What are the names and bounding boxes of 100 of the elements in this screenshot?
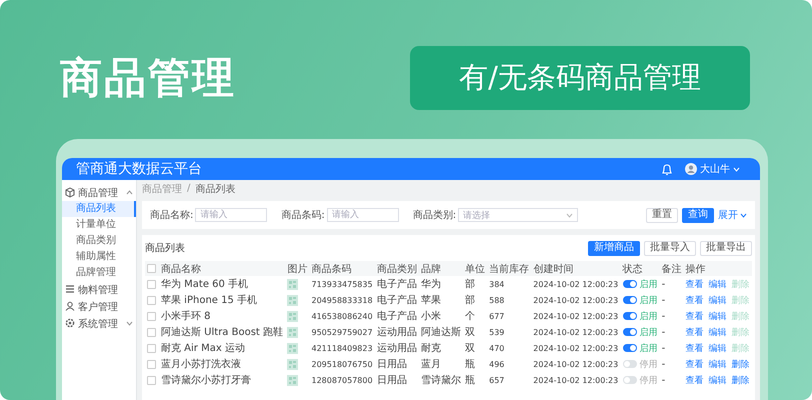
batch-button[interactable]: 批量导出 bbox=[700, 240, 752, 256]
checkbox[interactable] bbox=[147, 296, 156, 304]
table-cell-text: - bbox=[660, 342, 666, 356]
action-link[interactable]: 删除 bbox=[732, 358, 750, 370]
table-cell-text: - bbox=[660, 374, 666, 388]
user-menu[interactable]: 大山牛 bbox=[685, 162, 740, 176]
select-field[interactable]: 请选择 bbox=[458, 208, 578, 222]
action-link[interactable]: 编辑 bbox=[708, 358, 727, 370]
toggle-switch[interactable] bbox=[622, 312, 637, 320]
action-link[interactable]: 编辑 bbox=[708, 342, 727, 354]
feature-button[interactable]: 有/无条码商品管理 bbox=[410, 46, 750, 110]
table-cell-text: 运动用品 bbox=[376, 326, 418, 340]
table-cell-text: 阿迪达斯 bbox=[420, 326, 462, 340]
search-button[interactable]: 查询 bbox=[682, 208, 714, 222]
table-cell-text: 2024-10-02 12:00:23 bbox=[532, 374, 620, 386]
table-cell-text: 瓶 bbox=[464, 374, 476, 388]
toggle-switch[interactable] bbox=[622, 360, 637, 368]
column-header: 操作 bbox=[684, 261, 752, 276]
column-header: 商品名称 bbox=[159, 261, 286, 276]
action-link[interactable]: 编辑 bbox=[708, 278, 727, 290]
toggle-switch[interactable] bbox=[622, 376, 637, 384]
caret-icon bbox=[733, 166, 740, 172]
checkbox[interactable] bbox=[147, 280, 156, 288]
table-cell-text: 运动用品 bbox=[376, 342, 418, 356]
status-text: 启用 bbox=[640, 278, 658, 290]
table-cell-text: 950529759027 bbox=[310, 326, 374, 338]
field-label: 商品条码: bbox=[281, 208, 325, 222]
column-header: 备注 bbox=[660, 261, 684, 276]
page-title: 商品管理 bbox=[60, 57, 236, 99]
checkbox[interactable] bbox=[147, 264, 156, 273]
sidebar-item[interactable]: 物料管理 bbox=[62, 281, 136, 298]
action-link[interactable]: 查看 bbox=[686, 278, 704, 290]
table-cell-text: 耐克 Air Max 运动 bbox=[160, 342, 246, 356]
expand-button[interactable]: 展开 bbox=[718, 208, 747, 222]
chevron-down-icon bbox=[740, 212, 747, 218]
table-cell-text: 蓝月 bbox=[420, 358, 442, 372]
table-cell-text: 2024-10-02 12:00:23 bbox=[532, 294, 620, 306]
sidebar-subitem[interactable]: 商品类别 bbox=[62, 233, 136, 249]
column-header: 单位 bbox=[463, 261, 488, 276]
action-link[interactable]: 查看 bbox=[686, 342, 704, 354]
batch-button[interactable]: 批量导入 bbox=[644, 240, 696, 256]
image-placeholder-icon bbox=[287, 342, 298, 354]
breadcrumb-link[interactable]: 商品列表 bbox=[195, 182, 236, 196]
user-icon bbox=[65, 301, 75, 312]
table-cell-text: - bbox=[660, 358, 666, 372]
image-placeholder-icon bbox=[287, 310, 298, 322]
table-cell: 384 bbox=[487, 276, 532, 292]
sidebar-item[interactable]: 客户管理 bbox=[62, 298, 136, 315]
box-icon bbox=[65, 187, 75, 198]
table-cell: 电子产品 bbox=[374, 276, 419, 292]
image-placeholder-icon bbox=[287, 326, 298, 338]
column-header: 状态 bbox=[620, 261, 660, 276]
table-cell-text: 电子产品 bbox=[376, 310, 418, 324]
checkbox[interactable] bbox=[147, 376, 156, 384]
table-cell-text: 蓝月小苏打洗衣液 bbox=[160, 358, 242, 372]
action-link[interactable]: 查看 bbox=[686, 326, 704, 338]
table-cell-text: 双 bbox=[464, 326, 476, 340]
reset-button[interactable]: 重置 bbox=[646, 208, 678, 222]
sidebar-item[interactable]: 系统管理 bbox=[62, 315, 136, 332]
table-cell-text: 128087057800 bbox=[310, 374, 374, 386]
table-cell-text: 204958833318 bbox=[310, 294, 374, 306]
action-link[interactable]: 编辑 bbox=[708, 294, 727, 306]
sidebar-subitem[interactable]: 商品列表 bbox=[62, 201, 136, 217]
add-button[interactable]: 新增商品 bbox=[588, 240, 640, 256]
table-cell-text: 雪诗黛尔小苏打牙膏 bbox=[160, 374, 252, 388]
action-link[interactable]: 编辑 bbox=[708, 326, 727, 338]
checkbox[interactable] bbox=[147, 328, 156, 336]
action-link[interactable]: 删除 bbox=[732, 374, 750, 386]
action-link[interactable]: 编辑 bbox=[708, 374, 727, 386]
action-link[interactable]: 编辑 bbox=[708, 310, 727, 322]
sidebar-subitem[interactable]: 辅助属性 bbox=[62, 249, 136, 265]
checkbox[interactable] bbox=[147, 344, 156, 352]
toggle-switch[interactable] bbox=[622, 344, 637, 352]
action-link[interactable]: 查看 bbox=[686, 374, 704, 386]
table-cell-text: 588 bbox=[488, 294, 506, 306]
checkbox[interactable] bbox=[147, 360, 156, 368]
action-link[interactable]: 查看 bbox=[686, 294, 704, 306]
sidebar-subitem[interactable]: 计量单位 bbox=[62, 217, 136, 233]
input-field[interactable]: 请输入 bbox=[326, 208, 399, 222]
table-cell: - bbox=[660, 276, 684, 292]
action-link[interactable]: 查看 bbox=[686, 310, 704, 322]
table-cell-text: 416538086240 bbox=[310, 310, 374, 322]
toggle-switch[interactable] bbox=[622, 296, 637, 304]
sidebar-item[interactable]: 商品管理 bbox=[62, 184, 136, 201]
checkbox[interactable] bbox=[147, 312, 156, 320]
table-cell-text: 539 bbox=[488, 326, 506, 338]
table-cell-text: 2024-10-02 12:00:23 bbox=[532, 358, 620, 370]
bell-icon bbox=[661, 162, 673, 176]
action-link[interactable]: 查看 bbox=[686, 358, 704, 370]
status-text: 启用 bbox=[640, 310, 658, 322]
breadcrumb-link[interactable]: 商品管理 bbox=[142, 182, 182, 196]
toggle-switch[interactable] bbox=[622, 328, 637, 336]
table-cell-text: - bbox=[660, 326, 666, 340]
toggle-switch[interactable] bbox=[622, 280, 637, 288]
column-header: 当前库存 bbox=[487, 261, 532, 276]
sidebar-subitem[interactable]: 品牌管理 bbox=[62, 265, 136, 281]
input-field[interactable]: 请输入 bbox=[195, 208, 268, 222]
card-title: 商品列表 bbox=[145, 242, 185, 255]
column-header: 图片 bbox=[285, 261, 310, 276]
image-placeholder-icon bbox=[287, 294, 298, 306]
